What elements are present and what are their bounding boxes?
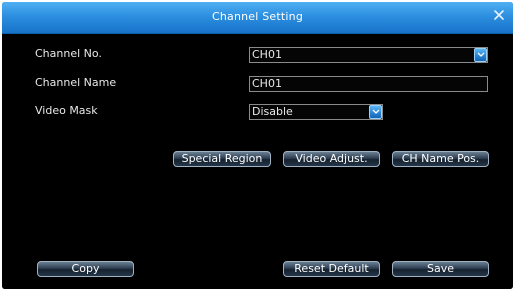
video-mask-label: Video Mask xyxy=(35,104,98,117)
channel-no-select[interactable]: CH01 xyxy=(249,47,488,63)
reset-default-button[interactable]: Reset Default xyxy=(283,261,380,277)
channel-no-dropdown-button[interactable] xyxy=(474,48,487,62)
channel-name-input[interactable]: CH01 xyxy=(249,76,488,92)
chevron-down-icon xyxy=(477,52,485,57)
video-mask-value: Disable xyxy=(252,105,293,118)
channel-name-label: Channel Name xyxy=(35,76,117,89)
copy-button[interactable]: Copy xyxy=(37,261,134,277)
channel-no-value: CH01 xyxy=(252,48,282,61)
ch-name-pos-button[interactable]: CH Name Pos. xyxy=(392,151,489,167)
dialog-body: Channel No. CH01 Channel Name CH01 Video… xyxy=(2,34,513,289)
close-icon[interactable] xyxy=(493,6,505,20)
dialog-title: Channel Setting xyxy=(211,10,304,23)
video-mask-select[interactable]: Disable xyxy=(249,104,383,120)
title-bar[interactable]: Channel Setting xyxy=(2,2,513,34)
save-button[interactable]: Save xyxy=(392,261,489,277)
channel-setting-dialog: Channel Setting Channel No. CH01 Channel… xyxy=(2,2,513,289)
special-region-button[interactable]: Special Region xyxy=(173,151,271,167)
chevron-down-icon xyxy=(372,109,380,114)
video-mask-dropdown-button[interactable] xyxy=(369,105,382,119)
channel-no-label: Channel No. xyxy=(35,47,102,60)
video-adjust-button[interactable]: Video Adjust. xyxy=(283,151,380,167)
